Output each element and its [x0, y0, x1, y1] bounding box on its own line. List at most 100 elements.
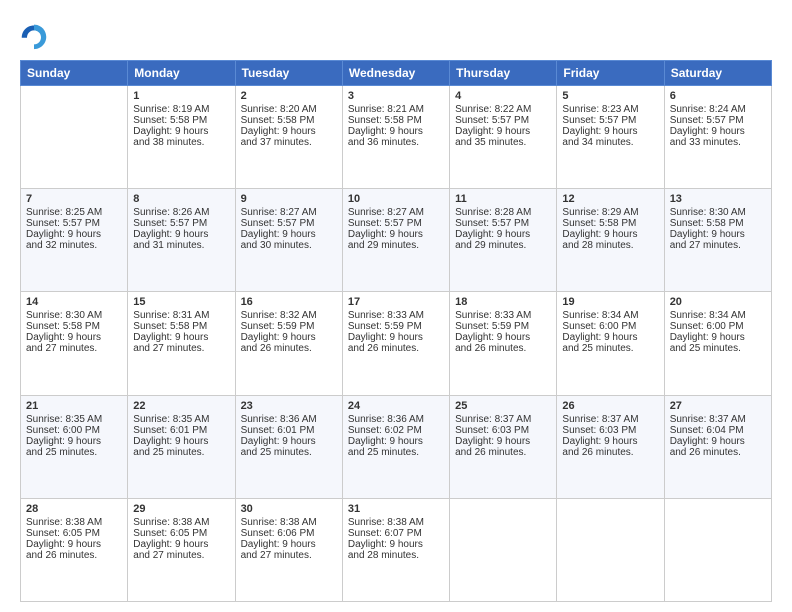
- day-number: 4: [455, 90, 551, 102]
- day-info: Sunset: 5:57 PM: [241, 218, 337, 229]
- day-info: Sunset: 5:59 PM: [455, 321, 551, 332]
- day-info: Sunrise: 8:21 AM: [348, 104, 444, 115]
- day-info: Daylight: 9 hours: [670, 332, 766, 343]
- day-number: 9: [241, 193, 337, 205]
- day-info: Sunset: 5:58 PM: [26, 321, 122, 332]
- day-info: and 25 minutes.: [562, 343, 658, 354]
- day-info: Sunrise: 8:27 AM: [348, 207, 444, 218]
- day-info: Sunrise: 8:33 AM: [348, 310, 444, 321]
- day-number: 21: [26, 400, 122, 412]
- day-info: and 36 minutes.: [348, 137, 444, 148]
- day-info: Sunrise: 8:34 AM: [562, 310, 658, 321]
- day-info: Sunset: 6:03 PM: [455, 425, 551, 436]
- day-info: Sunrise: 8:29 AM: [562, 207, 658, 218]
- day-info: Sunrise: 8:27 AM: [241, 207, 337, 218]
- day-info: and 25 minutes.: [133, 447, 229, 458]
- day-number: 25: [455, 400, 551, 412]
- day-info: Sunrise: 8:30 AM: [26, 310, 122, 321]
- day-info: Sunrise: 8:38 AM: [133, 517, 229, 528]
- calendar-page: SundayMondayTuesdayWednesdayThursdayFrid…: [0, 0, 792, 612]
- day-info: Sunset: 6:07 PM: [348, 528, 444, 539]
- day-info: Sunset: 6:04 PM: [670, 425, 766, 436]
- day-info: Daylight: 9 hours: [348, 126, 444, 137]
- day-info: Daylight: 9 hours: [241, 332, 337, 343]
- day-number: 18: [455, 296, 551, 308]
- day-cell: 20Sunrise: 8:34 AMSunset: 6:00 PMDayligh…: [664, 292, 771, 395]
- day-info: Daylight: 9 hours: [455, 229, 551, 240]
- day-info: Daylight: 9 hours: [348, 229, 444, 240]
- weekday-header-row: SundayMondayTuesdayWednesdayThursdayFrid…: [21, 61, 772, 86]
- day-info: Sunset: 6:01 PM: [133, 425, 229, 436]
- day-info: and 27 minutes.: [670, 240, 766, 251]
- day-number: 13: [670, 193, 766, 205]
- week-row-2: 7Sunrise: 8:25 AMSunset: 5:57 PMDaylight…: [21, 189, 772, 292]
- weekday-friday: Friday: [557, 61, 664, 86]
- day-info: Daylight: 9 hours: [348, 332, 444, 343]
- day-cell: 26Sunrise: 8:37 AMSunset: 6:03 PMDayligh…: [557, 395, 664, 498]
- day-info: Sunrise: 8:35 AM: [133, 414, 229, 425]
- day-cell: [557, 498, 664, 601]
- day-cell: 6Sunrise: 8:24 AMSunset: 5:57 PMDaylight…: [664, 86, 771, 189]
- day-cell: 28Sunrise: 8:38 AMSunset: 6:05 PMDayligh…: [21, 498, 128, 601]
- day-info: Sunset: 6:05 PM: [26, 528, 122, 539]
- day-info: Sunset: 6:01 PM: [241, 425, 337, 436]
- day-cell: 23Sunrise: 8:36 AMSunset: 6:01 PMDayligh…: [235, 395, 342, 498]
- day-cell: [450, 498, 557, 601]
- day-cell: 25Sunrise: 8:37 AMSunset: 6:03 PMDayligh…: [450, 395, 557, 498]
- day-info: Sunset: 5:58 PM: [348, 115, 444, 126]
- day-info: Daylight: 9 hours: [348, 539, 444, 550]
- logo: [20, 22, 50, 50]
- day-info: and 29 minutes.: [455, 240, 551, 251]
- day-info: Sunrise: 8:37 AM: [562, 414, 658, 425]
- day-number: 24: [348, 400, 444, 412]
- day-cell: 11 Sunrise: 8:28 AMSunset: 5:57 PMDayligh…: [450, 189, 557, 292]
- day-number: 14: [26, 296, 122, 308]
- day-info: Daylight: 9 hours: [26, 332, 122, 343]
- day-cell: 16Sunrise: 8:32 AMSunset: 5:59 PMDayligh…: [235, 292, 342, 395]
- day-info: Daylight: 9 hours: [670, 436, 766, 447]
- day-info: Daylight: 9 hours: [562, 436, 658, 447]
- day-cell: 19Sunrise: 8:34 AMSunset: 6:00 PMDayligh…: [557, 292, 664, 395]
- day-info: and 33 minutes.: [670, 137, 766, 148]
- day-number: 26: [562, 400, 658, 412]
- day-info: Sunset: 5:57 PM: [133, 218, 229, 229]
- day-info: and 25 minutes.: [348, 447, 444, 458]
- day-number: 12: [562, 193, 658, 205]
- day-info: Sunset: 6:00 PM: [670, 321, 766, 332]
- day-info: Daylight: 9 hours: [670, 126, 766, 137]
- day-number: 10: [348, 193, 444, 205]
- calendar-table: SundayMondayTuesdayWednesdayThursdayFrid…: [20, 60, 772, 602]
- day-info: Sunset: 5:58 PM: [562, 218, 658, 229]
- day-info: and 26 minutes.: [348, 343, 444, 354]
- day-info: Sunset: 5:57 PM: [670, 115, 766, 126]
- day-cell: 21Sunrise: 8:35 AMSunset: 6:00 PMDayligh…: [21, 395, 128, 498]
- day-cell: 18Sunrise: 8:33 AMSunset: 5:59 PMDayligh…: [450, 292, 557, 395]
- day-info: Daylight: 9 hours: [133, 229, 229, 240]
- day-info: Sunset: 5:58 PM: [133, 115, 229, 126]
- day-info: and 37 minutes.: [241, 137, 337, 148]
- day-info: and 28 minutes.: [348, 550, 444, 561]
- day-info: Sunrise: 8:28 AM: [455, 207, 551, 218]
- day-info: Daylight: 9 hours: [562, 126, 658, 137]
- day-info: Sunrise: 8:30 AM: [670, 207, 766, 218]
- weekday-sunday: Sunday: [21, 61, 128, 86]
- day-number: 31: [348, 503, 444, 515]
- day-info: Daylight: 9 hours: [133, 436, 229, 447]
- day-number: 30: [241, 503, 337, 515]
- day-info: and 26 minutes.: [455, 447, 551, 458]
- day-info: Sunset: 6:00 PM: [26, 425, 122, 436]
- day-info: Sunrise: 8:22 AM: [455, 104, 551, 115]
- day-info: Sunset: 6:05 PM: [133, 528, 229, 539]
- day-cell: 29Sunrise: 8:38 AMSunset: 6:05 PMDayligh…: [128, 498, 235, 601]
- day-number: 16: [241, 296, 337, 308]
- day-cell: 17Sunrise: 8:33 AMSunset: 5:59 PMDayligh…: [342, 292, 449, 395]
- day-cell: 15Sunrise: 8:31 AMSunset: 5:58 PMDayligh…: [128, 292, 235, 395]
- day-number: 11: [455, 193, 551, 205]
- day-cell: 14 Sunrise: 8:30 AMSunset: 5:58 PMDayligh…: [21, 292, 128, 395]
- day-cell: 3Sunrise: 8:21 AMSunset: 5:58 PMDaylight…: [342, 86, 449, 189]
- day-cell: 4Sunrise: 8:22 AMSunset: 5:57 PMDaylight…: [450, 86, 557, 189]
- day-info: Sunset: 5:57 PM: [455, 218, 551, 229]
- day-info: and 27 minutes.: [241, 550, 337, 561]
- day-cell: 9Sunrise: 8:27 AMSunset: 5:57 PMDaylight…: [235, 189, 342, 292]
- day-cell: 22Sunrise: 8:35 AMSunset: 6:01 PMDayligh…: [128, 395, 235, 498]
